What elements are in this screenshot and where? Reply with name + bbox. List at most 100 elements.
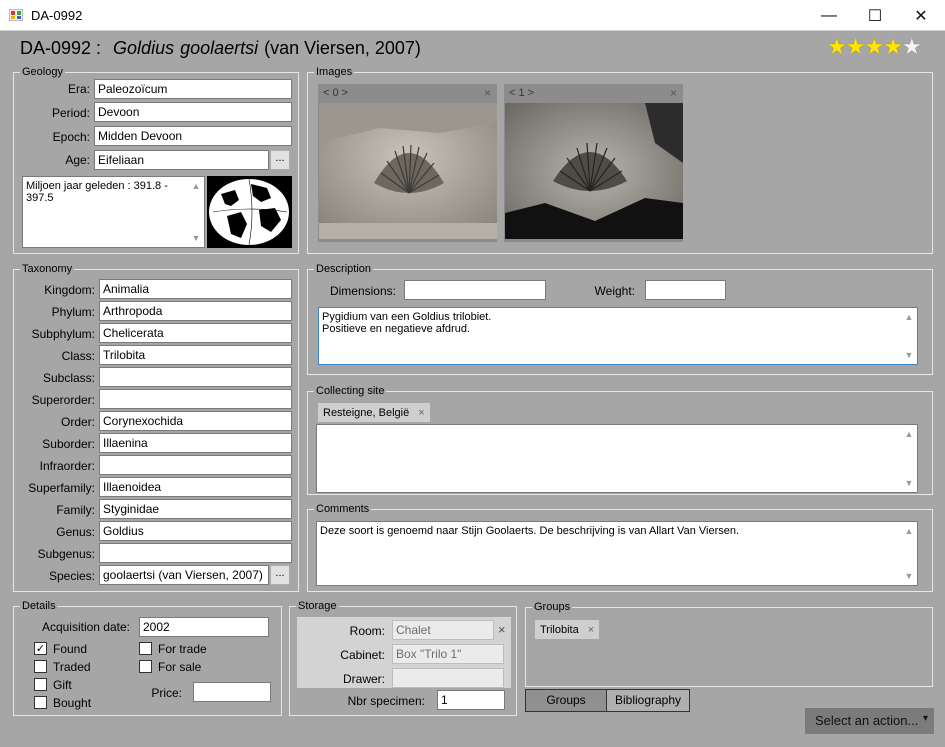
comments-textarea[interactable]: Deze soort is genoemd naar Stijn Goolaer… xyxy=(316,521,918,586)
close-button[interactable]: ✕ xyxy=(898,0,944,31)
genus-field[interactable]: Goldius xyxy=(99,521,292,541)
image-close-icon[interactable]: × xyxy=(484,86,491,100)
for-sale-checkbox[interactable] xyxy=(139,660,152,673)
star-icon[interactable]: ★ xyxy=(864,34,884,59)
scroll-down-icon[interactable]: ▼ xyxy=(901,571,917,581)
gift-checkbox[interactable] xyxy=(34,678,47,691)
class-field[interactable]: Trilobita xyxy=(99,345,292,365)
age-browse-button[interactable]: ... xyxy=(270,150,290,170)
scroll-down-icon[interactable]: ▼ xyxy=(188,233,204,243)
title-bar xyxy=(0,0,945,31)
scroll-up-icon[interactable]: ▲ xyxy=(188,181,204,191)
scrollbar[interactable]: ▲ ▼ xyxy=(901,308,917,364)
species-field[interactable]: goolaertsi (van Viersen, 2007) xyxy=(99,565,269,585)
subphylum-field[interactable]: Chelicerata xyxy=(99,323,292,343)
superfamily-label: Superfamily: xyxy=(28,481,95,495)
image-card[interactable]: < 1 > × xyxy=(504,84,683,242)
remove-icon[interactable]: × xyxy=(588,624,594,636)
traded-checkbox[interactable] xyxy=(34,660,47,673)
dimensions-label: Dimensions: xyxy=(329,284,396,298)
storage-label: Storage xyxy=(296,600,339,612)
scroll-down-icon[interactable]: ▼ xyxy=(901,350,917,360)
rating-stars[interactable]: ★★★★★ xyxy=(827,34,922,60)
infraorder-field[interactable] xyxy=(99,455,292,475)
paleo-globe-map xyxy=(207,176,292,248)
mya-textarea[interactable]: Miljoen jaar geleden : 391.8 - 397.5 ▲ ▼ xyxy=(22,176,205,248)
kingdom-field[interactable]: Animalia xyxy=(99,279,292,299)
tab-groups[interactable]: Groups xyxy=(525,689,607,712)
class-label: Class: xyxy=(61,349,95,363)
weight-field[interactable] xyxy=(645,280,726,300)
for-trade-checkbox[interactable] xyxy=(139,642,152,655)
found-label[interactable]: Found xyxy=(53,642,87,656)
action-dropdown[interactable]: Select an action... ▾ xyxy=(805,708,934,734)
description-line: Positieve en negatieve afdrud. xyxy=(322,323,470,335)
description-label: Description xyxy=(314,263,374,275)
subclass-field[interactable] xyxy=(99,367,292,387)
scroll-up-icon[interactable]: ▲ xyxy=(901,429,917,439)
image-nav[interactable]: < 0 > xyxy=(323,87,348,99)
scroll-down-icon[interactable]: ▼ xyxy=(901,478,917,488)
image-nav[interactable]: < 1 > xyxy=(509,87,534,99)
superorder-field[interactable] xyxy=(99,389,292,409)
scrollbar[interactable]: ▲ ▼ xyxy=(188,177,204,247)
star-icon[interactable]: ★ xyxy=(883,34,903,59)
acquisition-date-field[interactable]: 2002 xyxy=(139,617,269,637)
cabinet-field[interactable]: Box "Trilo 1" xyxy=(392,644,504,664)
for-sale-label[interactable]: For sale xyxy=(158,660,201,674)
gift-label[interactable]: Gift xyxy=(53,678,72,692)
dimensions-field[interactable] xyxy=(404,280,546,300)
star-icon[interactable]: ★ xyxy=(827,34,847,59)
era-field[interactable]: Paleozoïcum xyxy=(94,79,292,99)
period-label: Period: xyxy=(51,106,90,120)
nbr-specimen-field[interactable]: 1 xyxy=(437,690,505,710)
phylum-label: Phylum: xyxy=(51,305,95,319)
star-empty-icon[interactable]: ★ xyxy=(902,34,922,59)
tab-bibliography[interactable]: Bibliography xyxy=(606,689,690,712)
epoch-field[interactable]: Midden Devoon xyxy=(94,126,292,146)
scrollbar[interactable]: ▲ ▼ xyxy=(901,522,917,585)
image-close-icon[interactable]: × xyxy=(670,86,677,100)
bought-label[interactable]: Bought xyxy=(53,696,91,710)
for-trade-label[interactable]: For trade xyxy=(158,642,207,656)
minimize-button[interactable]: — xyxy=(806,0,852,31)
site-chip[interactable]: Resteigne, België × xyxy=(318,403,430,422)
room-clear-icon[interactable]: × xyxy=(498,622,506,637)
drawer-label: Drawer: xyxy=(342,672,385,686)
age-field[interactable]: Eifeliaan xyxy=(94,150,269,170)
author-name: (van Viersen, 2007) xyxy=(264,38,421,58)
species-browse-button[interactable]: ... xyxy=(270,565,290,585)
fossil-photo xyxy=(505,103,683,239)
scrollbar[interactable]: ▲ ▼ xyxy=(901,425,917,492)
scroll-up-icon[interactable]: ▲ xyxy=(901,312,917,322)
specimen-title: DA-0992 : Goldius goolaertsi (van Viersen, … xyxy=(20,38,421,59)
order-field[interactable]: Corynexochida xyxy=(99,411,292,431)
group-chip[interactable]: Trilobita × xyxy=(535,620,600,639)
star-icon[interactable]: ★ xyxy=(846,34,866,59)
fossil-photo xyxy=(319,103,497,239)
mya-text: Miljoen jaar geleden : 391.8 - 397.5 xyxy=(26,180,168,204)
drawer-field[interactable] xyxy=(392,668,504,688)
room-field[interactable]: Chalet xyxy=(392,620,494,640)
superfamily-field[interactable]: Illaenoidea xyxy=(99,477,292,497)
traded-label[interactable]: Traded xyxy=(53,660,91,674)
collecting-site-box[interactable]: ▲ ▼ xyxy=(316,424,918,493)
check-icon: ✓ xyxy=(35,642,46,655)
phylum-field[interactable]: Arthropoda xyxy=(99,301,292,321)
family-field[interactable]: Styginidae xyxy=(99,499,292,519)
remove-icon[interactable]: × xyxy=(418,407,424,419)
suborder-field[interactable]: Illaenina xyxy=(99,433,292,453)
period-field[interactable]: Devoon xyxy=(94,102,292,122)
comments-text: Deze soort is genoemd naar Stijn Goolaer… xyxy=(320,525,740,537)
subgenus-field[interactable] xyxy=(99,543,292,563)
price-field[interactable] xyxy=(193,682,271,702)
subgenus-label: Subgenus: xyxy=(37,547,95,561)
image-card[interactable]: < 0 > × xyxy=(318,84,497,242)
found-checkbox[interactable]: ✓ xyxy=(34,642,47,655)
bought-checkbox[interactable] xyxy=(34,696,47,709)
scroll-up-icon[interactable]: ▲ xyxy=(901,526,917,536)
description-textarea[interactable]: Pygidium van een Goldius trilobiet. Posi… xyxy=(318,307,918,365)
action-dropdown-label: Select an action... xyxy=(815,713,919,728)
maximize-button[interactable]: ☐ xyxy=(852,0,898,31)
subphylum-label: Subphylum: xyxy=(31,327,95,341)
